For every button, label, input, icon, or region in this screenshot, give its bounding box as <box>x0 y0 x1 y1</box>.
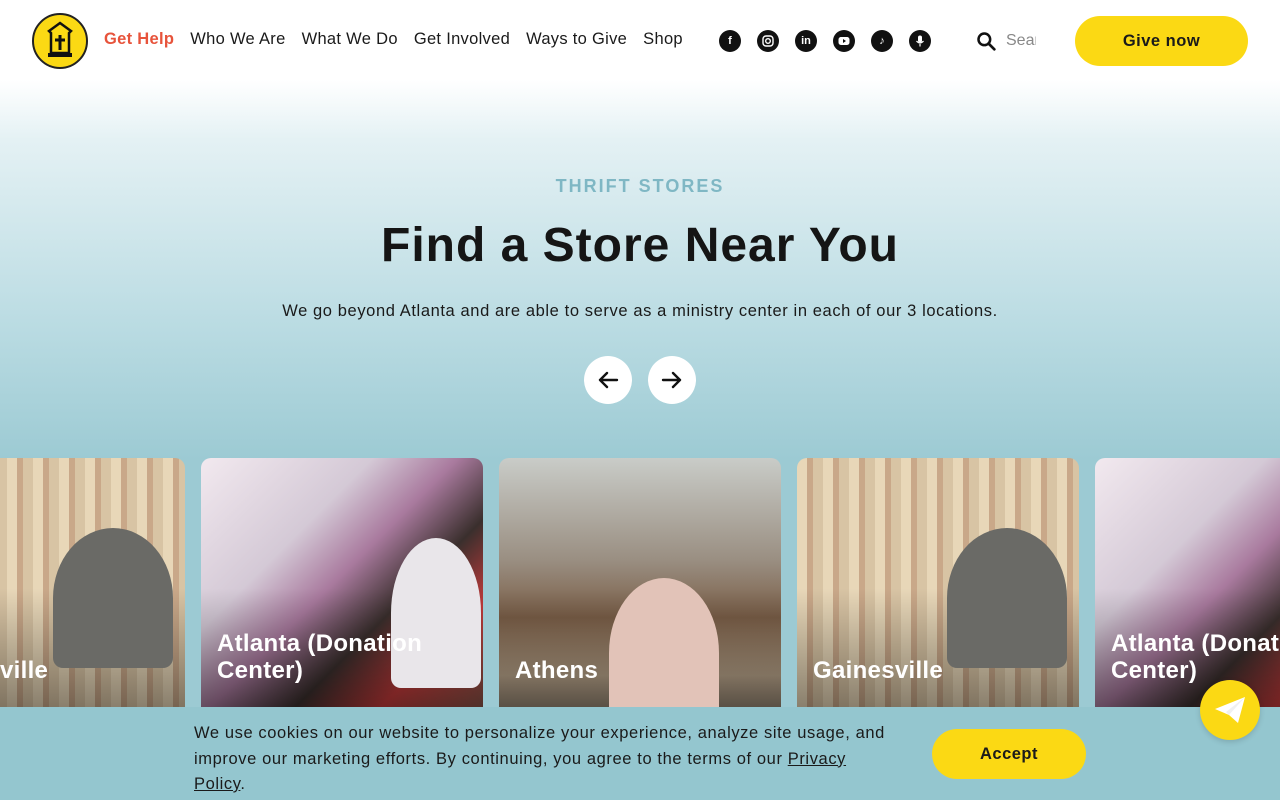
arrow-left-icon <box>598 371 619 389</box>
cookie-end: . <box>240 775 246 793</box>
social-links: f in ♪ <box>719 30 931 52</box>
store-card-gainesville[interactable]: Gainesville <box>797 458 1079 748</box>
search-input[interactable] <box>1006 32 1036 50</box>
store-card-label: Athens <box>515 657 599 684</box>
page-title: Find a Store Near You <box>381 219 899 272</box>
store-card-label: Gainesville <box>813 657 944 684</box>
store-card-gainesville-partial[interactable]: ville <box>0 458 185 748</box>
nav-get-involved[interactable]: Get Involved <box>414 30 510 49</box>
nav-get-help[interactable]: Get Help <box>104 30 174 49</box>
carousel-prev-button[interactable] <box>584 356 632 404</box>
store-card-label: ville <box>0 657 49 684</box>
search-icon[interactable] <box>976 29 996 53</box>
nav-what-we-do[interactable]: What We Do <box>302 30 398 49</box>
nav-who-we-are[interactable]: Who We Are <box>190 30 285 49</box>
chat-button[interactable] <box>1200 680 1260 740</box>
facebook-icon[interactable]: f <box>719 30 741 52</box>
nav-ways-to-give[interactable]: Ways to Give <box>526 30 627 49</box>
arrow-right-icon <box>661 371 682 389</box>
site-header: Get Help Who We Are What We Do Get Invol… <box>0 0 1280 82</box>
cookie-banner: We use cookies on our website to persona… <box>0 707 1280 800</box>
store-photo <box>53 528 173 668</box>
tiktok-icon[interactable]: ♪ <box>871 30 893 52</box>
instagram-icon[interactable] <box>757 30 779 52</box>
section-eyebrow: THRIFT STORES <box>555 176 725 196</box>
search-box <box>976 26 1036 56</box>
store-card-athens[interactable]: Athens <box>499 458 781 748</box>
logo[interactable] <box>32 13 88 69</box>
store-card-label: Atlanta (Donation Center) <box>217 630 423 684</box>
store-card-atlanta-donation[interactable]: Atlanta (Donation Center) <box>201 458 483 748</box>
store-photo <box>947 528 1067 668</box>
give-now-button[interactable]: Give now <box>1075 16 1248 66</box>
carousel-next-button[interactable] <box>648 356 696 404</box>
store-photo <box>609 578 719 728</box>
accept-cookies-button[interactable]: Accept <box>932 729 1086 779</box>
podcast-icon[interactable] <box>909 30 931 52</box>
paper-plane-icon <box>1215 697 1245 723</box>
store-card-label: Atlanta (Donation Center) <box>1111 630 1280 684</box>
main-nav: Get Help Who We Are What We Do Get Invol… <box>104 30 683 49</box>
nav-shop[interactable]: Shop <box>643 30 683 49</box>
youtube-icon[interactable] <box>833 30 855 52</box>
cookie-message: We use cookies on our website to persona… <box>194 724 885 768</box>
linkedin-icon[interactable]: in <box>795 30 817 52</box>
page-subtitle: We go beyond Atlanta and are able to ser… <box>282 302 998 320</box>
cookie-text: We use cookies on our website to persona… <box>194 721 894 798</box>
lantern-icon <box>47 21 73 57</box>
